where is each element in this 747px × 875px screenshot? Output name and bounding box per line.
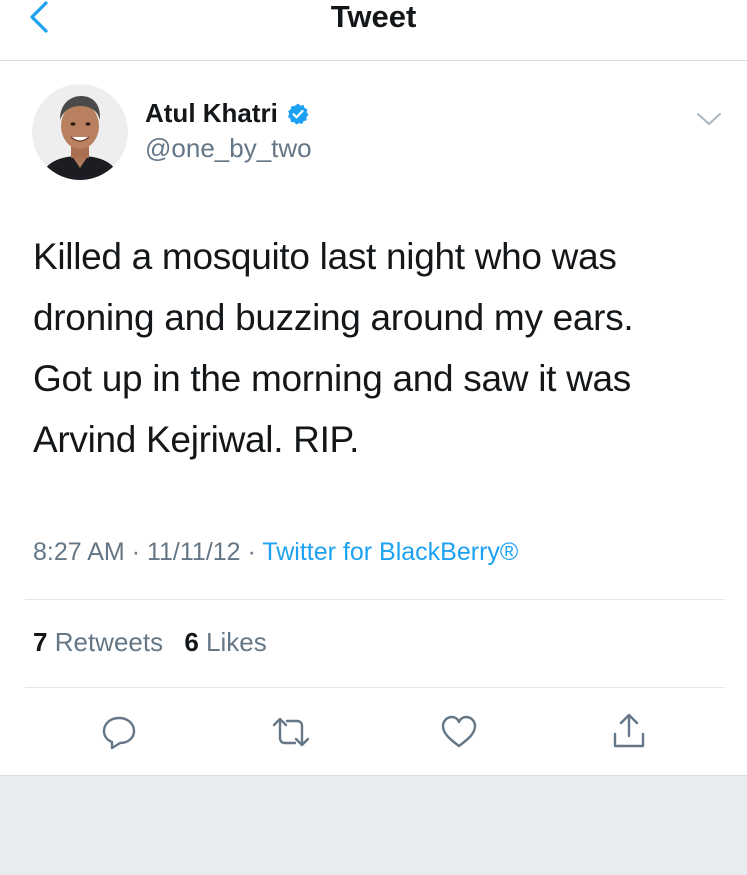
heart-icon xyxy=(441,715,477,748)
author-handle[interactable]: @one_by_two xyxy=(145,133,312,164)
retweets-stat[interactable]: 7 Retweets xyxy=(33,627,170,657)
chevron-down-icon xyxy=(697,113,721,125)
likes-count: 6 xyxy=(184,627,199,657)
more-options-button[interactable] xyxy=(692,106,726,132)
tweet-meta: 8:27 AM · 11/11/12 · Twitter for BlackBe… xyxy=(33,538,518,567)
tweet-text: Killed a mosquito last night who was dro… xyxy=(33,226,723,470)
verified-badge-icon xyxy=(287,103,309,124)
retweets-label: Retweets xyxy=(54,627,164,657)
tweet-stats: 7 Retweets 6 Likes xyxy=(33,627,281,658)
reply-icon xyxy=(102,716,136,750)
meta-separator: · xyxy=(131,538,141,566)
avatar[interactable] xyxy=(32,84,128,180)
likes-stat[interactable]: 6 Likes xyxy=(184,627,266,657)
tweet-text-line: Killed a mosquito last night who was xyxy=(33,236,617,277)
share-button[interactable] xyxy=(609,712,649,752)
likes-label: Likes xyxy=(206,627,267,657)
author-name[interactable]: Atul Khatri xyxy=(145,98,310,129)
page-title: Tweet xyxy=(330,0,417,34)
author-name-text: Atul Khatri xyxy=(145,98,278,128)
retweet-icon xyxy=(272,717,310,747)
divider xyxy=(25,599,725,600)
retweet-button[interactable] xyxy=(271,712,311,752)
reply-button[interactable] xyxy=(99,712,139,752)
meta-separator: · xyxy=(247,538,256,566)
share-icon xyxy=(613,713,645,748)
tweet-date: 11/11/12 xyxy=(146,538,241,566)
tweet-text-line: Got up in the morning and saw it was xyxy=(33,358,631,399)
tweet-source-link[interactable]: Twitter for BlackBerry® xyxy=(262,538,518,566)
tweet-time: 8:27 AM xyxy=(33,538,125,566)
bottom-area xyxy=(0,775,747,875)
avatar-image xyxy=(32,84,128,180)
tweet-text-line: droning and buzzing around my ears. xyxy=(33,297,634,338)
divider xyxy=(25,687,725,688)
retweets-count: 7 xyxy=(33,627,48,657)
tweet-text-line: Arvind Kejriwal. RIP. xyxy=(33,419,360,460)
nav-bar: Tweet xyxy=(0,0,747,61)
like-button[interactable] xyxy=(439,712,479,752)
